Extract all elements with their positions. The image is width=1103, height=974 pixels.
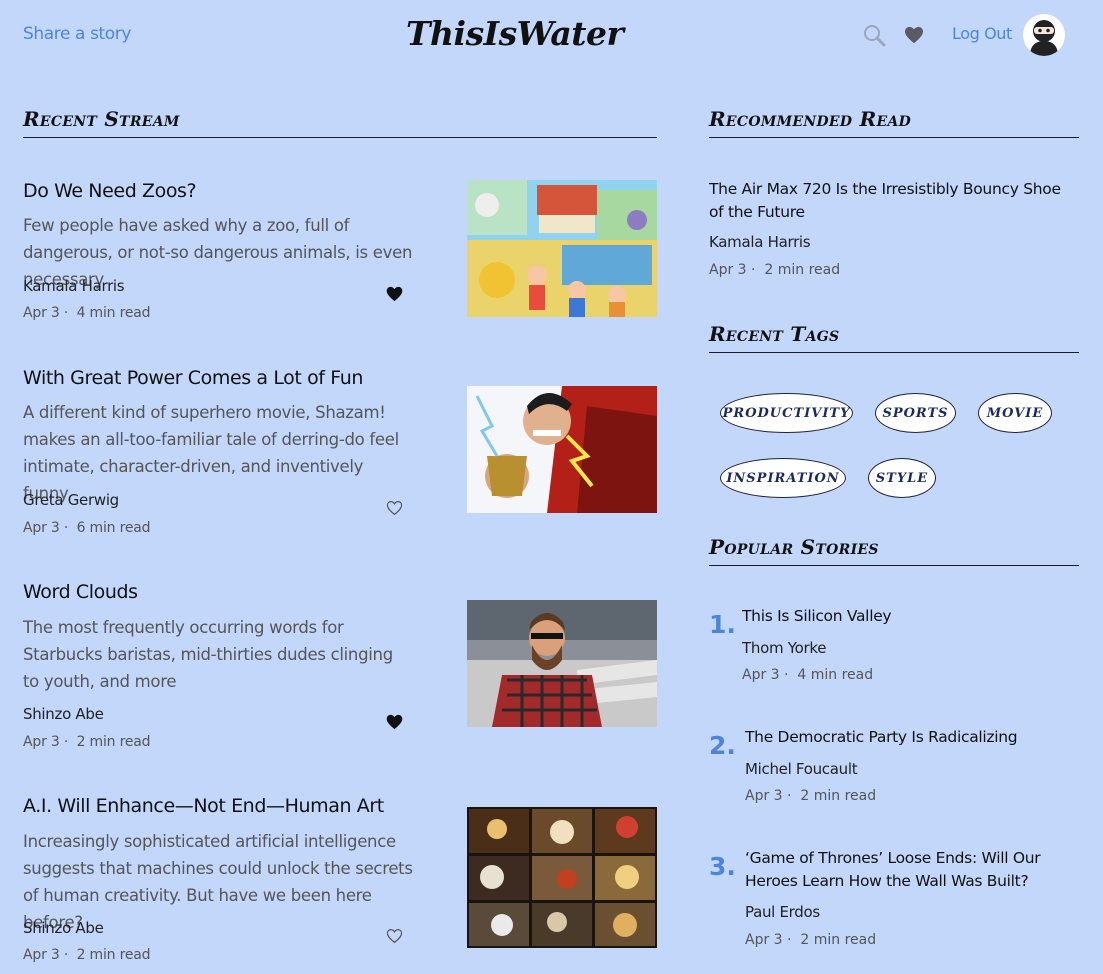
story-date: Apr 3 · [745,932,792,948]
like-heart-outline-icon[interactable] [386,500,403,516]
like-heart-outline-icon[interactable] [386,928,403,944]
like-heart-filled-icon[interactable] [386,714,403,730]
story-author[interactable]: Kamala Harris [23,277,125,295]
popular-story-title[interactable]: ‘Game of Thrones’ Loose Ends: Will Our H… [745,847,1075,893]
story-card[interactable]: Do We Need Zoos? Few people have asked w… [23,180,657,330]
recommended-story-meta: Apr 3 · 2 min read [709,262,840,278]
popular-rank-number: 2. [709,731,736,760]
recommended-divider [709,137,1079,138]
story-card[interactable]: Word Clouds The most frequently occurrin… [23,581,657,751]
story-date: Apr 3 · [23,520,69,536]
recent-stream-heading: Recent Stream [23,107,180,131]
story-card[interactable]: With Great Power Comes a Lot of Fun A di… [23,367,657,537]
story-thumbnail-zoo[interactable] [467,180,657,317]
story-date: Apr 3 · [742,667,789,683]
story-read-time: 4 min read [76,305,151,321]
popular-rank-number: 3. [709,852,736,881]
story-description: The most frequently occurring words for … [23,618,393,691]
tag-style[interactable]: style [868,458,936,498]
favorites-heart-icon[interactable] [904,26,924,44]
story-author[interactable]: Greta Gerwig [23,491,119,509]
story-thumbnail-bearded-man[interactable] [467,600,657,727]
site-logo[interactable]: ThisIsWater [406,14,624,53]
popular-rank-number: 1. [709,610,736,639]
story-date: Apr 3 · [23,947,69,963]
user-avatar[interactable] [1023,14,1065,56]
story-meta: Apr 3 · 4 min read [23,305,151,321]
story-title[interactable]: Do We Need Zoos? [23,180,197,202]
story-title[interactable]: With Great Power Comes a Lot of Fun [23,367,363,389]
story-read-time: 6 min read [76,520,151,536]
recent-tags-heading: Recent Tags [709,322,840,346]
search-icon[interactable] [862,23,886,47]
story-meta: Apr 3 · 2 min read [23,947,151,963]
recommended-story-author[interactable]: Kamala Harris [709,233,811,251]
story-meta: Apr 3 · 6 min read [23,520,151,536]
story-author[interactable]: Shinzo Abe [23,919,104,937]
popular-story-meta: Apr 3 · 2 min read [745,788,876,804]
recommended-story-title[interactable]: The Air Max 720 Is the Irresistibly Boun… [709,178,1069,224]
logout-link[interactable]: Log Out [952,24,1012,43]
popular-story-title[interactable]: The Democratic Party Is Radicalizing [745,726,1075,749]
tag-productivity[interactable]: productivity [720,393,853,433]
like-heart-filled-icon[interactable] [386,286,403,302]
story-read-time: 2 min read [800,932,877,948]
story-author[interactable]: Shinzo Abe [23,705,104,723]
story-read-time: 2 min read [800,788,877,804]
popular-stories-divider [709,565,1079,566]
story-title[interactable]: Word Clouds [23,581,138,603]
tag-movie[interactable]: movie [978,393,1052,433]
story-date: Apr 3 · [23,734,69,750]
story-thumbnail-ai-art[interactable] [467,807,657,948]
recommended-read-heading: Recommended Read [709,107,912,131]
story-title[interactable]: A.I. Will Enhance—Not End—Human Art [23,795,384,817]
recent-tags-divider [709,352,1079,353]
popular-story-author[interactable]: Paul Erdos [745,903,820,921]
story-read-time: 4 min read [797,667,874,683]
popular-story-title[interactable]: This Is Silicon Valley [742,605,1072,628]
popular-story-author[interactable]: Michel Foucault [745,760,858,778]
recent-stream-divider [23,137,657,138]
story-thumbnail-shazam[interactable] [467,386,657,513]
story-date: Apr 3 · [23,305,69,321]
popular-stories-heading: Popular Stories [709,535,879,559]
story-read-time: 2 min read [76,947,151,963]
story-date: Apr 3 · [709,262,756,278]
story-read-time: 2 min read [76,734,151,750]
popular-story-meta: Apr 3 · 4 min read [742,667,873,683]
story-meta: Apr 3 · 2 min read [23,734,151,750]
share-story-link[interactable]: Share a story [23,24,131,44]
story-read-time: 2 min read [764,262,841,278]
popular-story-author[interactable]: Thom Yorke [742,639,826,657]
popular-story-meta: Apr 3 · 2 min read [745,932,876,948]
story-card[interactable]: A.I. Will Enhance—Not End—Human Art Incr… [23,795,657,970]
tag-inspiration[interactable]: inspiration [720,458,846,498]
tag-sports[interactable]: sports [875,393,956,433]
ninja-avatar-icon [1023,14,1065,56]
story-date: Apr 3 · [745,788,792,804]
